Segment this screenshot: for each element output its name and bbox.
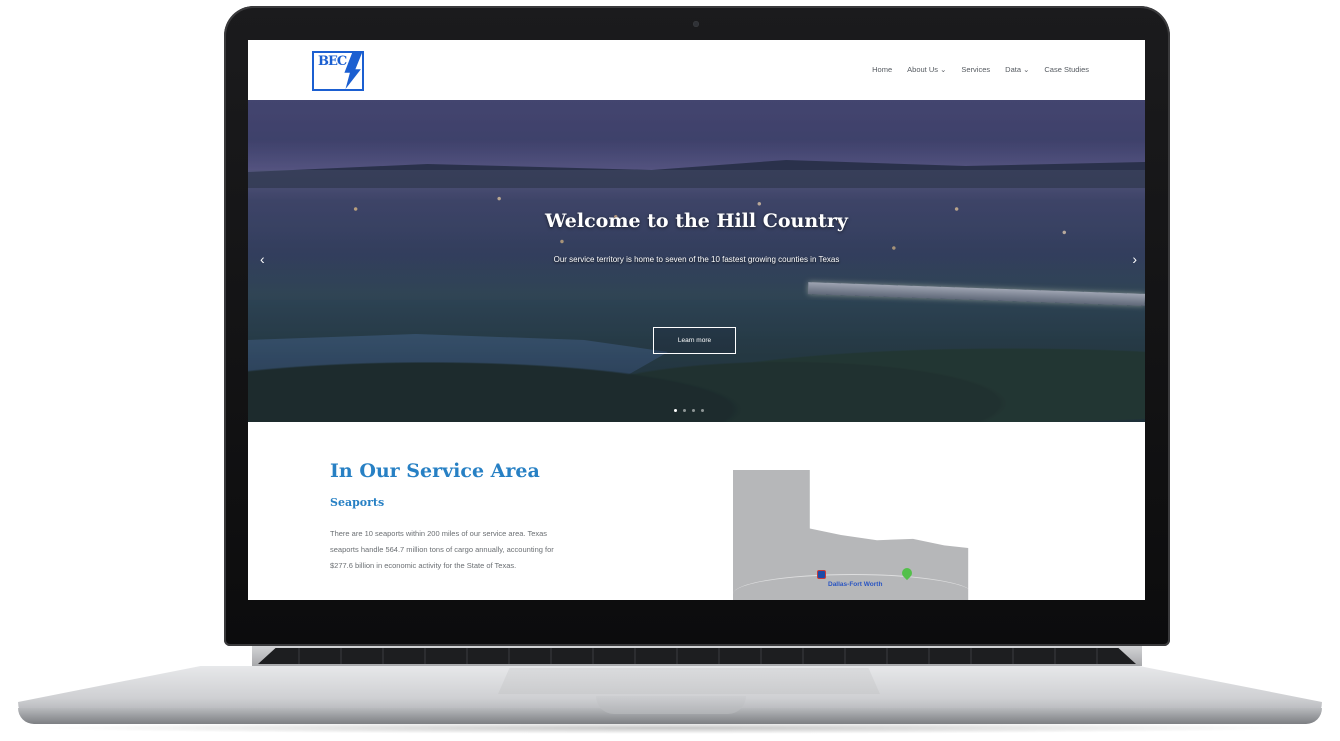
interstate-shield-icon [817,570,826,579]
nav-item-label: Home [872,65,893,74]
main-nav: Home About Us ⌄ Services Data ⌄ Case Stu… [872,65,1089,74]
nav-item-case-studies[interactable]: Case Studies [1044,65,1089,74]
logo-lettering: BEC [318,54,347,69]
section-title: In Our Service Area [330,460,540,482]
laptop-thumb-notch [596,696,746,714]
camera-icon [693,21,699,27]
nav-item-services[interactable]: Services [961,65,990,74]
slider-dots [674,409,704,412]
nav-item-label: Data [1005,65,1021,74]
nav-item-label: Services [961,65,991,74]
hero-subtitle: Our service territory is home to seven o… [553,255,840,264]
nav-item-home[interactable]: Home [872,65,892,74]
slider-dot[interactable] [674,409,677,412]
learn-more-button[interactable]: Learn more [653,327,736,354]
service-area-map[interactable]: Dallas-Fort Worth [733,470,973,600]
chevron-down-icon: ⌄ [1023,65,1030,74]
nav-item-data[interactable]: Data ⌄ [1005,65,1029,74]
nav-item-label: About Us [907,65,938,74]
service-area-section: In Our Service Area Seaports There are 1… [248,422,1145,600]
section-body: There are 10 seaports within 200 miles o… [330,529,554,570]
chevron-right-icon[interactable]: › [1132,252,1137,266]
chevron-left-icon[interactable]: ‹ [260,252,265,266]
nav-item-label: Case Studies [1044,65,1089,74]
slider-dot[interactable] [683,409,686,412]
slider-dot[interactable] [701,409,704,412]
section-subtitle: Seaports [330,496,385,509]
site-logo[interactable]: BEC [312,51,364,91]
chevron-down-icon: ⌄ [940,65,947,74]
laptop-trackpad-area [498,668,880,694]
site-header: BEC Home About Us ⌄ Services Data ⌄ Case… [248,40,1145,100]
laptop-screen: BEC Home About Us ⌄ Services Data ⌄ Case… [248,40,1145,600]
map-city-label: Dallas-Fort Worth [828,581,883,588]
slider-dot[interactable] [692,409,695,412]
laptop-keyboard-edge [258,648,1136,664]
hero-title: Welcome to the Hill Country [545,210,848,232]
hero-slider: Welcome to the Hill Country Our service … [248,100,1145,422]
nav-item-about-us[interactable]: About Us ⌄ [907,65,946,74]
